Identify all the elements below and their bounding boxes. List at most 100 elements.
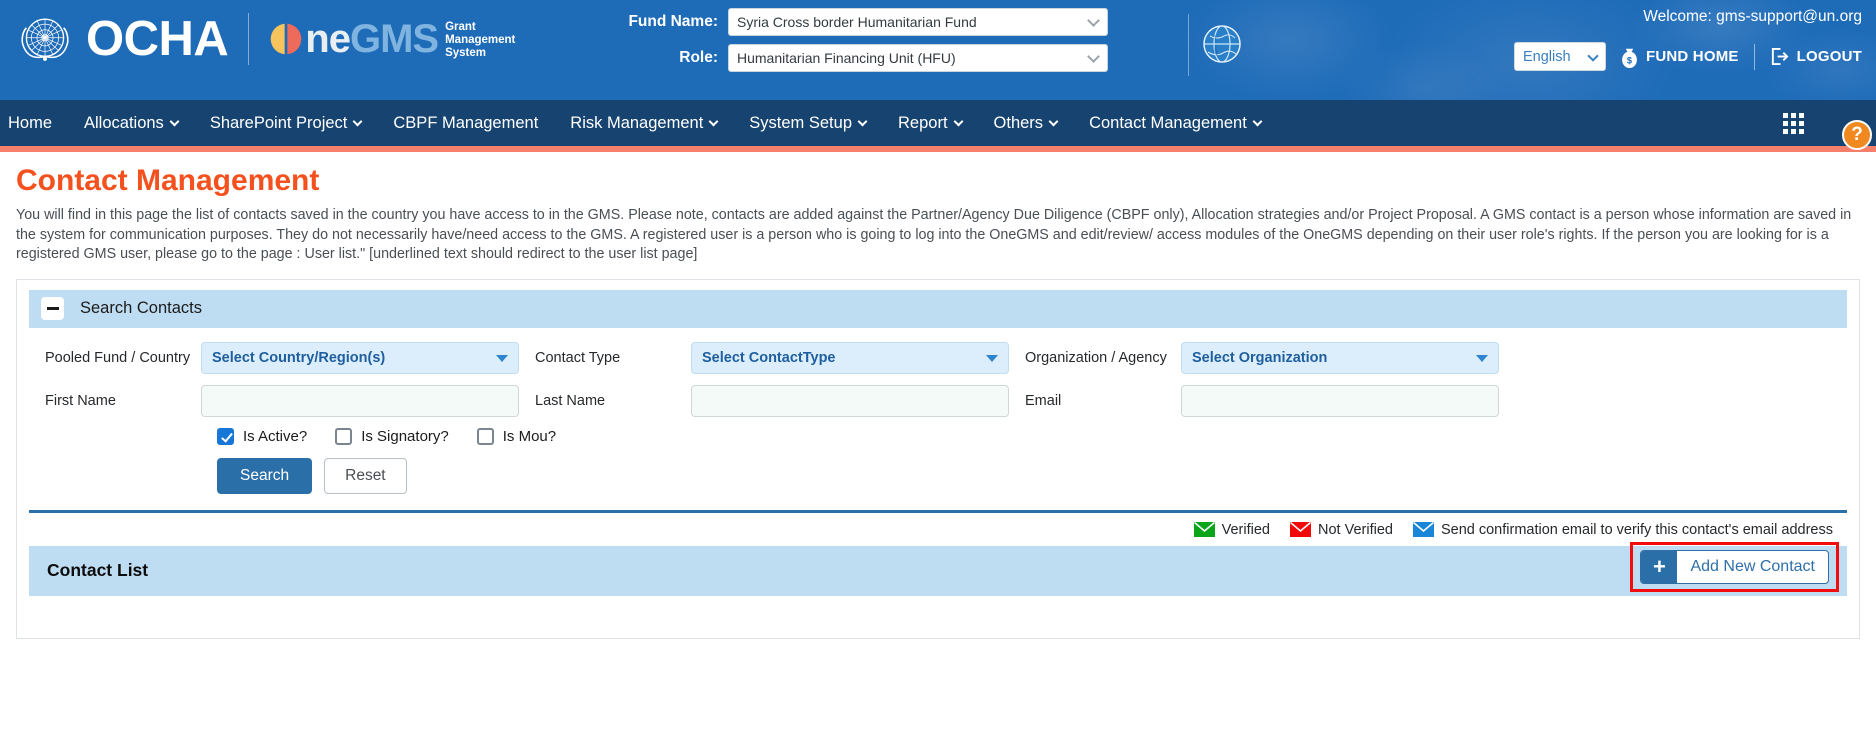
chevron-down-icon xyxy=(953,116,963,126)
chevron-down-icon xyxy=(1087,14,1100,27)
nav-label: Home xyxy=(8,113,53,132)
welcome-message: Welcome: gms-support@un.org xyxy=(1643,8,1862,25)
is-mou-checkbox[interactable]: Is Mou? xyxy=(476,427,556,445)
logout-icon xyxy=(1771,47,1789,66)
role-select[interactable]: Humanitarian Financing Unit (HFU) xyxy=(728,44,1108,72)
organization-group: Organization / Agency Select Organizatio… xyxy=(1009,341,1499,374)
onegms-circle-icon xyxy=(270,23,302,55)
fund-context-selectors: Fund Name: Syria Cross border Humanitari… xyxy=(608,8,1108,72)
nav-item-allocations[interactable]: Allocations xyxy=(68,100,194,146)
plus-icon: + xyxy=(1641,550,1678,583)
chevron-down-icon xyxy=(708,116,719,126)
nav-item-others[interactable]: Others xyxy=(978,100,1074,146)
nav-label: SharePoint Project xyxy=(209,113,348,132)
organization-select[interactable]: Select Organization xyxy=(1181,341,1499,374)
organization-value: Select Organization xyxy=(1192,349,1328,366)
role-label: Role: xyxy=(679,49,718,66)
checkbox-box xyxy=(476,427,494,445)
add-new-contact-button[interactable]: + Add New Contact xyxy=(1640,549,1829,584)
nav-item-report[interactable]: Report xyxy=(882,100,978,146)
contact-type-label: Contact Type xyxy=(535,349,621,366)
logout-button[interactable]: LOGOUT xyxy=(1797,48,1862,65)
globe-icon[interactable] xyxy=(1200,22,1244,66)
add-new-contact-highlight: + Add New Contact xyxy=(1630,541,1839,592)
language-select[interactable]: English xyxy=(1513,42,1606,71)
nav-item-contact-management[interactable]: Contact Management xyxy=(1073,100,1277,146)
role-value: Humanitarian Financing Unit (HFU) xyxy=(737,50,956,66)
envelope-not-verified-icon xyxy=(1290,522,1311,537)
search-form-row-2: First Name Last Name Email xyxy=(29,384,1847,417)
legend-not-verified-label: Not Verified xyxy=(1318,521,1393,538)
reset-button[interactable]: Reset xyxy=(324,457,407,494)
contact-list-title: Contact List xyxy=(47,560,149,580)
email-field[interactable] xyxy=(1181,384,1499,417)
help-icon[interactable]: ? xyxy=(1842,120,1872,150)
pooled-fund-label: Pooled Fund / Country xyxy=(45,349,191,366)
banner-divider xyxy=(1188,14,1189,76)
nav-label: System Setup xyxy=(749,113,852,132)
is-signatory-label: Is Signatory? xyxy=(361,427,449,445)
legend-not-verified: Not Verified xyxy=(1290,522,1393,538)
legend-verified-label: Verified xyxy=(1221,521,1270,538)
fund-home-button[interactable]: FUND HOME xyxy=(1646,48,1739,65)
banner-actions: English $ FUND HOME LOGOUT xyxy=(1513,42,1862,71)
is-signatory-checkbox[interactable]: Is Signatory? xyxy=(335,427,449,445)
last-name-group: Last Name xyxy=(519,384,1009,417)
collapse-toggle-icon[interactable] xyxy=(41,297,64,320)
chevron-down-icon xyxy=(1252,116,1263,126)
is-active-checkbox[interactable]: Is Active? xyxy=(217,427,308,445)
last-name-input[interactable] xyxy=(692,385,1008,416)
logo-divider xyxy=(248,13,250,65)
chevron-down-icon xyxy=(857,116,868,126)
chevron-down-icon xyxy=(1476,354,1488,362)
fund-name-row: Fund Name: Syria Cross border Humanitari… xyxy=(608,8,1108,36)
onegms-subtitle-line2: Management xyxy=(445,33,516,46)
email-group: Email xyxy=(1009,384,1499,417)
contact-list-header: Contact List + Add New Contact xyxy=(29,541,1847,596)
search-actions: Search Reset xyxy=(29,457,1847,510)
first-name-label: First Name xyxy=(45,392,116,409)
onegms-gms-text: GMS xyxy=(349,16,439,61)
brand-area: OCHA ne GMS Grant Management System xyxy=(14,8,515,70)
last-name-field[interactable] xyxy=(691,384,1009,417)
nav-item-sharepoint-project[interactable]: SharePoint Project xyxy=(194,100,378,146)
nav-label: Others xyxy=(993,113,1044,132)
nav-label: Report xyxy=(898,113,948,132)
chevron-down-icon xyxy=(352,116,363,126)
onegms-subtitle: Grant Management System xyxy=(445,21,515,60)
legend-verified: Verified xyxy=(1193,521,1270,538)
page-description: You will find in this page the list of c… xyxy=(16,207,1852,262)
contact-type-value: Select ContactType xyxy=(702,349,836,366)
nav-item-home[interactable]: Home xyxy=(0,100,68,146)
checkbox-box xyxy=(335,427,353,445)
chevron-down-icon xyxy=(986,354,998,362)
pooled-fund-select[interactable]: Select Country/Region(s) xyxy=(201,341,519,374)
nav-label: Contact Management xyxy=(1089,113,1247,132)
page-content: Contact Management You will find in this… xyxy=(0,152,1876,639)
nav-item-cbpf-management[interactable]: CBPF Management xyxy=(377,100,554,146)
contact-list-body xyxy=(29,595,1847,638)
nav-item-system-setup[interactable]: System Setup xyxy=(733,100,882,146)
chevron-down-icon xyxy=(496,354,508,362)
email-label: Email xyxy=(1025,392,1062,409)
search-form-row-1: Pooled Fund / Country Select Country/Reg… xyxy=(29,341,1847,374)
search-button[interactable]: Search xyxy=(217,457,313,494)
contact-type-select[interactable]: Select ContactType xyxy=(691,341,1009,374)
first-name-input[interactable] xyxy=(202,385,518,416)
nav-item-risk-management[interactable]: Risk Management xyxy=(554,100,733,146)
page-title: Contact Management xyxy=(16,164,320,197)
pooled-fund-value: Select Country/Region(s) xyxy=(212,349,386,366)
app-grid-icon[interactable] xyxy=(1783,113,1804,134)
first-name-field[interactable] xyxy=(201,384,519,417)
role-row: Role: Humanitarian Financing Unit (HFU) xyxy=(608,44,1108,72)
is-active-label: Is Active? xyxy=(243,427,308,445)
email-input[interactable] xyxy=(1182,385,1498,416)
pooled-fund-group: Pooled Fund / Country Select Country/Reg… xyxy=(29,341,519,374)
un-emblem-icon xyxy=(21,18,69,61)
top-banner: OCHA ne GMS Grant Management System Fund… xyxy=(0,0,1876,100)
fund-name-select[interactable]: Syria Cross border Humanitarian Fund xyxy=(728,8,1108,36)
legend-send-confirmation-label: Send confirmation email to verify this c… xyxy=(1440,521,1833,538)
first-name-group: First Name xyxy=(29,384,519,417)
organization-label: Organization / Agency xyxy=(1025,349,1167,366)
envelope-send-confirmation-icon[interactable] xyxy=(1412,522,1434,537)
